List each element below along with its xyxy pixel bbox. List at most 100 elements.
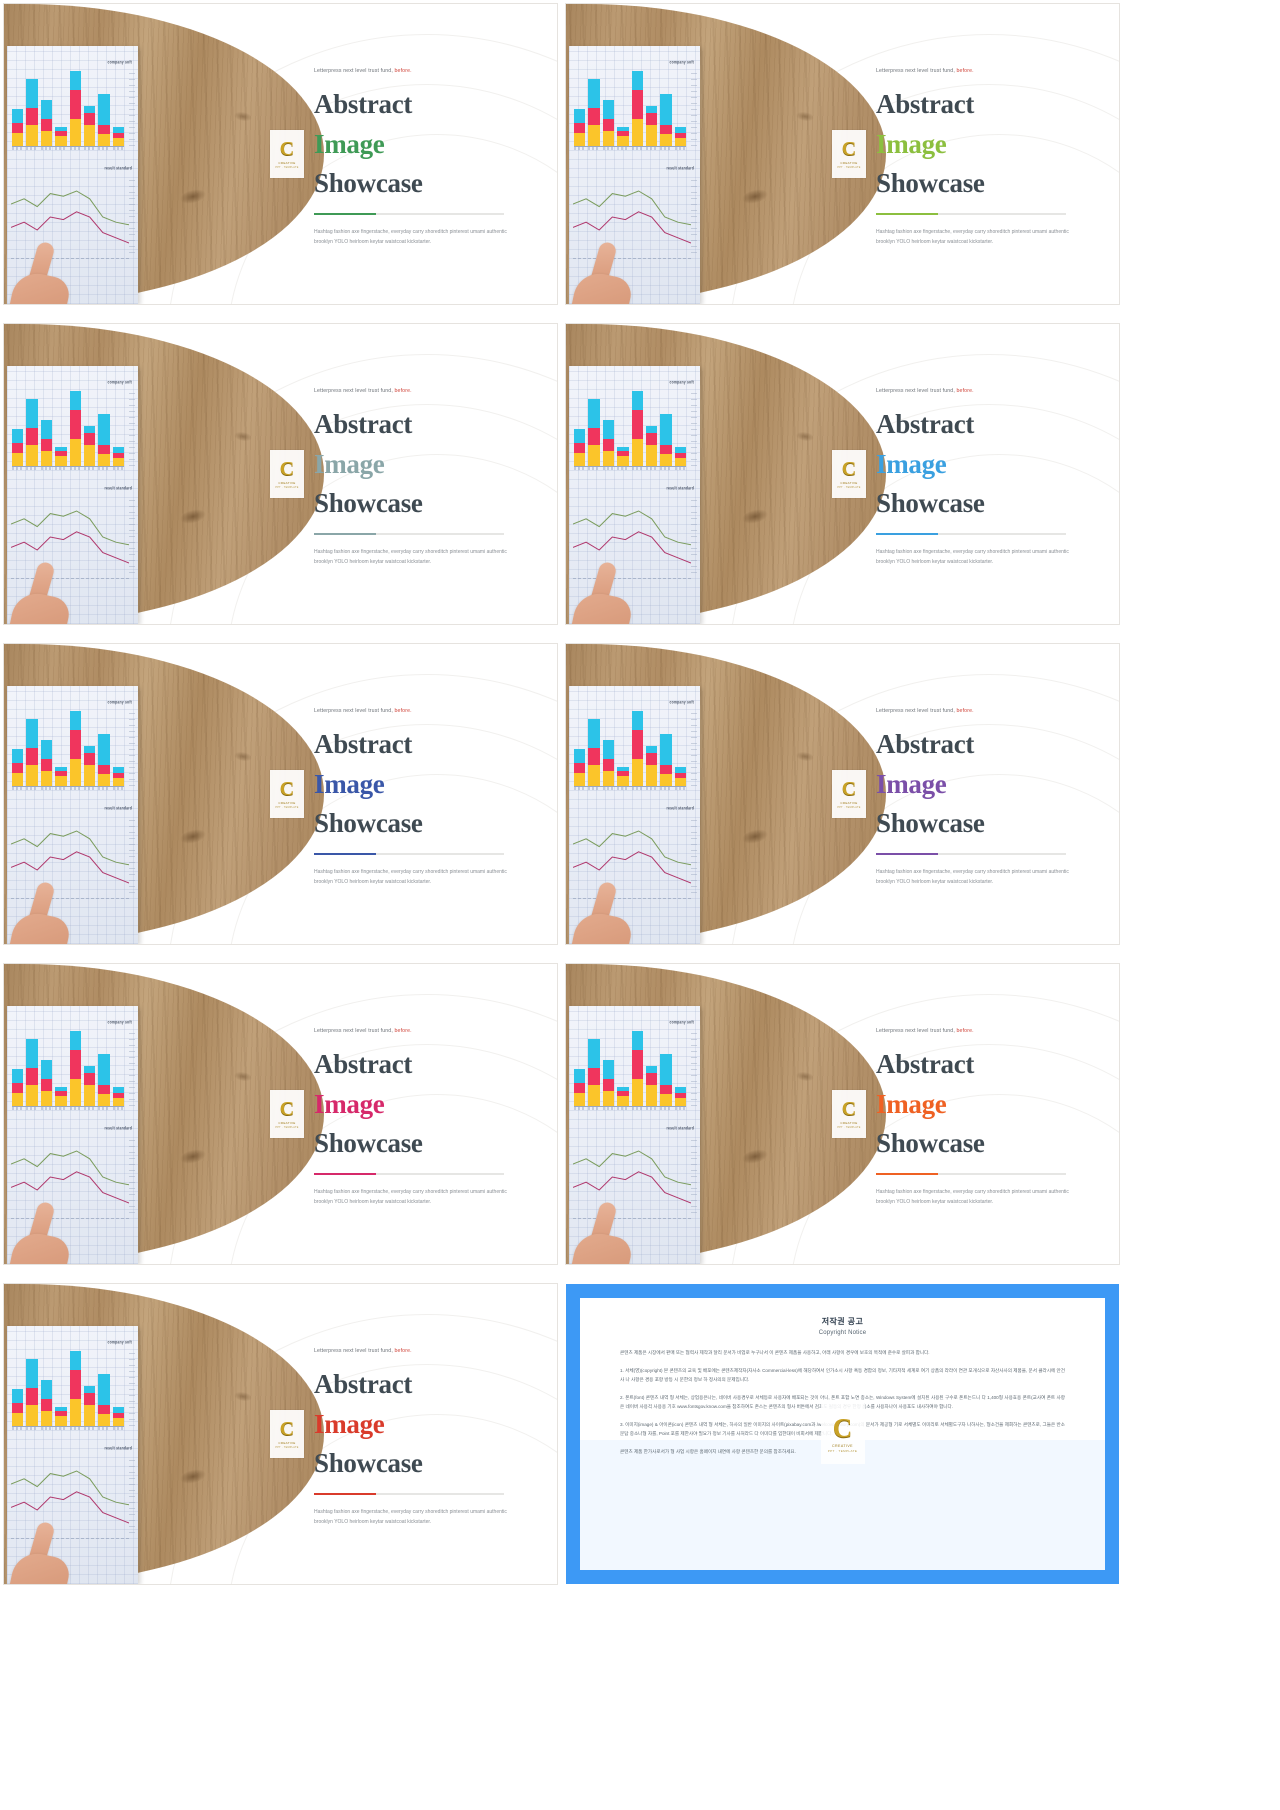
eyebrow-text: Letterpress next level trust fund, befor…: [314, 388, 546, 394]
bar-column: [574, 429, 586, 466]
slide-thumbnail-5[interactable]: company soft result standard C CREATIVE …: [4, 644, 557, 944]
bar-segment-red: [602, 439, 615, 451]
bar-segment-cyan: [26, 718, 38, 748]
headline: Abstract Image Showcase: [314, 725, 546, 844]
hand-palm: [569, 908, 635, 944]
bar-segment-red: [69, 1050, 81, 1080]
slide-thumbnail-2[interactable]: company soft result standard C CREATIVE …: [566, 4, 1119, 304]
bar-column: [55, 446, 67, 466]
bar-segment-yellow: [69, 1079, 81, 1106]
slide-thumbnail-9[interactable]: company soft result standard C CREATIVE …: [4, 1284, 557, 1584]
headline-line-3: Showcase: [314, 808, 423, 839]
bar-segment-yellow: [574, 772, 586, 786]
bar-segment-yellow: [40, 770, 53, 786]
bar-column: [83, 105, 96, 146]
bar-segment-red: [631, 730, 643, 760]
line-series-green: [573, 190, 691, 226]
logo-mark: C: [841, 138, 857, 160]
bar-segment-cyan: [26, 1038, 38, 1068]
line-y-ticks: [129, 819, 135, 893]
bar-column: [602, 739, 615, 786]
bar-column: [12, 1389, 24, 1426]
bar-column: [12, 109, 24, 146]
bar-column: [69, 391, 81, 466]
logo-subtitle: CREATIVE: [840, 1121, 858, 1125]
hand-palm: [7, 268, 73, 304]
bar-segment-red: [83, 753, 96, 765]
bar-segment-red: [40, 1079, 53, 1091]
bar-column: [674, 126, 686, 146]
bar-segment-red: [588, 427, 600, 445]
bar-segment-yellow: [112, 1098, 124, 1106]
accent-rule-fill: [876, 1173, 938, 1176]
bar-segment-yellow: [26, 764, 38, 786]
bar-segment-yellow: [574, 452, 586, 466]
logo-mark: C: [279, 778, 295, 800]
slide-thumbnail-7[interactable]: company soft result standard C CREATIVE …: [4, 964, 557, 1264]
bar-segment-cyan: [40, 739, 53, 760]
bar-chart: [574, 71, 686, 146]
accent-rule-fill: [314, 213, 376, 216]
bar-tick-labels: [574, 787, 686, 790]
chart-ylabel: result standard: [104, 1125, 132, 1131]
bar-segment-red: [26, 1387, 38, 1405]
bar-segment-yellow: [83, 1084, 96, 1106]
line-series-magenta: [11, 211, 129, 244]
bar-chart: [574, 391, 686, 466]
bar-column: [69, 71, 81, 146]
bar-segment-yellow: [645, 444, 658, 466]
bar-segment-yellow: [574, 1092, 586, 1106]
slide-thumbnail-1[interactable]: company soft result standard C CREATIVE …: [4, 4, 557, 304]
bar-column: [631, 1031, 643, 1106]
line-y-ticks: [129, 179, 135, 253]
line-y-ticks: [691, 179, 697, 253]
bar-column: [660, 1054, 672, 1106]
accent-rule-fill: [876, 853, 938, 856]
headline-line-2-accent: Image: [876, 768, 947, 799]
bar-segment-yellow: [674, 778, 686, 786]
eyebrow-highlight: before.: [956, 1028, 974, 1034]
bar-segment-cyan: [660, 414, 672, 445]
bar-segment-cyan: [98, 1054, 110, 1085]
bar-segment-yellow: [645, 124, 658, 146]
bar-chart: [574, 711, 686, 786]
chart-title: company soft: [107, 379, 132, 385]
eyebrow-text: Letterpress next level trust fund, befor…: [314, 708, 546, 714]
slide-thumbnail-8[interactable]: company soft result standard C CREATIVE …: [566, 964, 1119, 1264]
hand-pointer: [569, 1200, 635, 1264]
slide-canvas: company soft result standard C CREATIVE …: [4, 324, 557, 624]
copyright-notice-slide[interactable]: 저작권 공고 Copyright Notice 콘텐츠 제품은 시장에서 판매 또는…: [566, 1284, 1119, 1584]
bar-segment-yellow: [12, 1412, 24, 1426]
line-series-green: [11, 830, 129, 866]
accent-rule: [314, 213, 504, 216]
bar-segment-yellow: [660, 774, 672, 786]
bar-column: [69, 1351, 81, 1426]
bar-segment-yellow: [69, 439, 81, 466]
line-series-magenta: [11, 1491, 129, 1524]
copyright-title: 저작권 공고: [821, 1317, 864, 1326]
bar-column: [631, 71, 643, 146]
bar-segment-cyan: [645, 425, 658, 434]
bar-segment-red: [631, 90, 643, 120]
bar-column: [617, 766, 629, 786]
bar-segment-red: [69, 730, 81, 760]
slide-thumbnail-4[interactable]: company soft result standard C CREATIVE …: [566, 324, 1119, 624]
bar-column: [83, 425, 96, 466]
slide-text-block: Letterpress next level trust fund, befor…: [876, 708, 1108, 888]
bar-y-ticks: [129, 392, 135, 466]
bar-segment-yellow: [40, 130, 53, 146]
bar-column: [574, 109, 586, 146]
bar-segment-cyan: [602, 739, 615, 760]
headline-line-2-accent: Image: [876, 128, 947, 159]
bar-segment-red: [40, 1399, 53, 1411]
headline-line-2-accent: Image: [314, 1408, 385, 1439]
headline-line-2-accent: Image: [876, 1088, 947, 1119]
bar-segment-red: [645, 1073, 658, 1085]
accent-rule: [876, 1173, 1066, 1176]
bar-column: [26, 718, 38, 786]
bar-column: [12, 429, 24, 466]
bar-segment-cyan: [645, 105, 658, 114]
slide-thumbnail-3[interactable]: company soft result standard C CREATIVE …: [4, 324, 557, 624]
bar-segment-red: [98, 1404, 110, 1415]
slide-thumbnail-6[interactable]: company soft result standard C CREATIVE …: [566, 644, 1119, 944]
